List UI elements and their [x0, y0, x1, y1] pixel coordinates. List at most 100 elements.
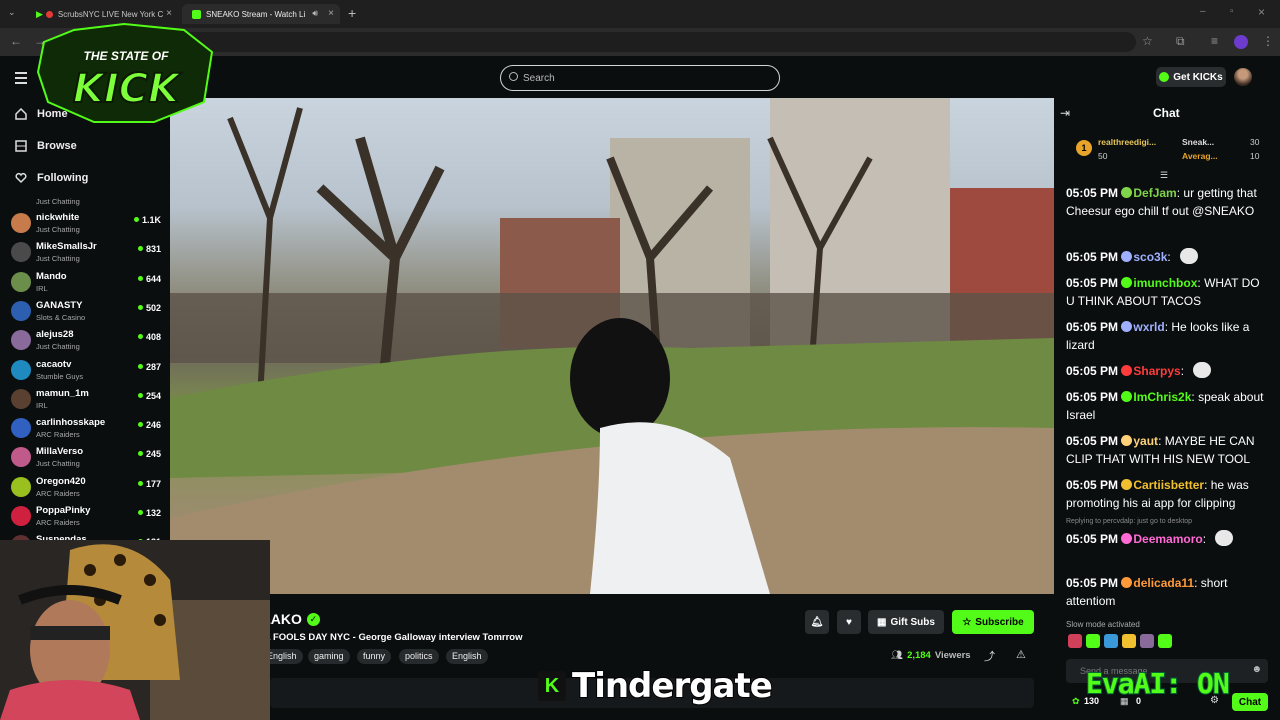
subscribe-button[interactable]: ☆ Subscribe	[952, 610, 1034, 634]
sidebar-channel[interactable]: MillaVerso Just Chatting 245	[11, 444, 161, 472]
tag-english-2[interactable]: English	[446, 649, 488, 664]
chat-panel: ⇥ Chat 1 realthreedigi... 50 Sneak... 30…	[1054, 98, 1280, 720]
sidebar-channel[interactable]: MikeSmallsJr Just Chatting 831	[11, 239, 161, 267]
message-username[interactable]: Deemamoro	[1133, 532, 1202, 546]
extensions-icon[interactable]: ⧉	[1176, 34, 1185, 49]
sidebar-channel[interactable]: Mando IRL 644	[11, 269, 161, 297]
profile-avatar[interactable]	[1234, 35, 1248, 49]
chat-message: 05:05 PM DefJam: ur getting that Cheesur…	[1066, 184, 1270, 220]
sidebar-channel[interactable]: mamun_1m IRL 254	[11, 386, 161, 414]
tag-funny[interactable]: funny	[357, 649, 392, 664]
emoji-icon[interactable]: ☻	[1251, 664, 1262, 675]
channel-avatar	[11, 271, 31, 292]
leader2-name[interactable]: Sneak...	[1182, 137, 1214, 147]
message-colon: :	[1167, 250, 1175, 264]
close-tab-icon[interactable]: ×	[328, 8, 334, 19]
sidebar-browse-label: Browse	[37, 140, 77, 152]
channel-name: carlinhosskape	[36, 417, 106, 429]
channel-category: Just Chatting	[36, 342, 80, 352]
gift-subs-button[interactable]: ▦ Gift Subs	[868, 610, 944, 634]
heart-icon: ♥	[846, 616, 852, 628]
message-username[interactable]: Sharpys	[1133, 364, 1180, 378]
chat-message: 05:05 PM ImChris2k: speak about Israel	[1066, 388, 1270, 424]
channel-viewers: 254	[138, 391, 161, 401]
video-player[interactable]	[170, 98, 1054, 594]
emote-icon[interactable]	[1140, 634, 1154, 648]
back-icon[interactable]: ←	[10, 34, 22, 48]
report-icon[interactable]: ⚠	[1016, 648, 1026, 661]
message-username[interactable]: delicada11	[1133, 576, 1194, 590]
close-tab-icon[interactable]: ×	[166, 8, 172, 19]
message-time: 05:05 PM	[1066, 250, 1119, 264]
channel-name: MillaVerso	[36, 446, 83, 458]
browser-tab-scrubsnyc[interactable]: ▶ ScrubsNYC LIVE New York C ×	[26, 4, 178, 24]
channel-viewers: 245	[138, 449, 161, 459]
emote-icon[interactable]	[1104, 634, 1118, 648]
leader-name[interactable]: realthreedigi...	[1098, 137, 1156, 147]
sidebar-channel[interactable]: cacaotv Stumble Guys 287	[11, 357, 161, 385]
tag-gaming[interactable]: gaming	[308, 649, 350, 664]
leader3-name[interactable]: Averag...	[1182, 151, 1218, 161]
emote-icon	[1215, 530, 1234, 546]
address-bar[interactable]	[96, 32, 1136, 52]
bookmark-star-icon[interactable]: ☆	[1142, 34, 1153, 48]
user-badge-icon	[1121, 365, 1133, 376]
emote-icon[interactable]	[1086, 634, 1100, 648]
minimize-icon[interactable]: –	[1200, 6, 1206, 17]
message-username[interactable]: ImChris2k	[1133, 390, 1191, 404]
emote-icon	[1193, 362, 1212, 378]
message-username[interactable]: DefJam	[1133, 186, 1176, 200]
notifications-button[interactable]: 🔔︎	[805, 610, 829, 634]
sidebar-item-browse[interactable]: Browse	[15, 140, 77, 152]
channel-name: cacaotv	[36, 358, 72, 370]
emote-icon[interactable]	[1158, 634, 1172, 648]
message-username[interactable]: wxrld	[1133, 320, 1164, 334]
chat-send-button[interactable]: Chat	[1232, 693, 1268, 711]
rank-badge: 1	[1076, 140, 1092, 156]
menu-icon[interactable]	[15, 72, 27, 87]
leader-score: 50	[1098, 151, 1108, 161]
message-username[interactable]: imunchbox	[1133, 276, 1197, 290]
browser-tab-sneako[interactable]: SNEAKO Stream - Watch Li 🔊︎ ×	[182, 4, 340, 24]
message-username[interactable]: Cartiisbetter	[1133, 478, 1204, 492]
tab-label: ScrubsNYC LIVE New York C	[57, 9, 164, 19]
browser-menu-icon[interactable]: ⋮	[1262, 34, 1274, 48]
channel-viewers: 502	[138, 303, 161, 313]
follow-button[interactable]: ♥	[837, 610, 861, 634]
sidebar-channel[interactable]: alejus28 Just Chatting 408	[11, 327, 161, 355]
leader2-score: 30	[1250, 137, 1260, 147]
channel-category: Stumble Guys	[36, 371, 84, 381]
new-tab-icon[interactable]: +	[348, 5, 356, 21]
user-badge-icon	[1121, 277, 1133, 288]
emote-icon[interactable]	[1068, 634, 1082, 648]
caption-overlay: K Tindergate	[538, 665, 774, 707]
get-kicks-button[interactable]: Get KICKs	[1156, 67, 1226, 87]
user-avatar[interactable]	[1234, 68, 1252, 86]
message-username[interactable]: sco3k	[1133, 250, 1167, 264]
search-input[interactable]: Search	[500, 65, 780, 91]
sidebar-channel[interactable]: PoppaPinky ARC Raiders 132	[11, 503, 161, 531]
sidebar-channel[interactable]: GANASTY Slots & Casino 502	[11, 298, 161, 326]
tag-politics[interactable]: politics	[399, 649, 439, 664]
collapse-chat-icon[interactable]: ⇥	[1060, 106, 1070, 120]
sidebar-channel[interactable]: carlinhosskape ARC Raiders 246	[11, 415, 161, 443]
sidebar-item-following[interactable]: Following	[15, 172, 88, 184]
home-icon	[15, 107, 27, 120]
sidebar-following-label: Following	[37, 172, 89, 184]
channel-avatar	[11, 359, 31, 380]
pin-icon[interactable]: ☰	[1160, 170, 1168, 181]
message-colon: :	[1158, 434, 1165, 448]
share-icon[interactable]: ⤴	[984, 648, 995, 664]
maximize-icon[interactable]: ▫	[1230, 6, 1234, 17]
message-colon: :	[1204, 478, 1211, 492]
chat-message: 05:05 PM wxrld: He looks like a lizard	[1066, 318, 1270, 354]
sidebar-channel[interactable]: Oregon420 ARC Raiders 177	[11, 474, 161, 502]
sidebar-channel[interactable]: nickwhite Just Chatting 1.1K	[11, 210, 161, 238]
close-window-icon[interactable]: ×	[1258, 5, 1265, 19]
media-controls-icon[interactable]: ≡	[1211, 34, 1218, 48]
message-username[interactable]: yaut	[1133, 434, 1158, 448]
logo-line2: KICK	[73, 66, 182, 112]
speaker-icon[interactable]: 🔊︎	[312, 8, 318, 19]
emote-icon[interactable]	[1122, 634, 1136, 648]
tab-list-chevron-icon[interactable]: ⌄	[8, 7, 16, 18]
